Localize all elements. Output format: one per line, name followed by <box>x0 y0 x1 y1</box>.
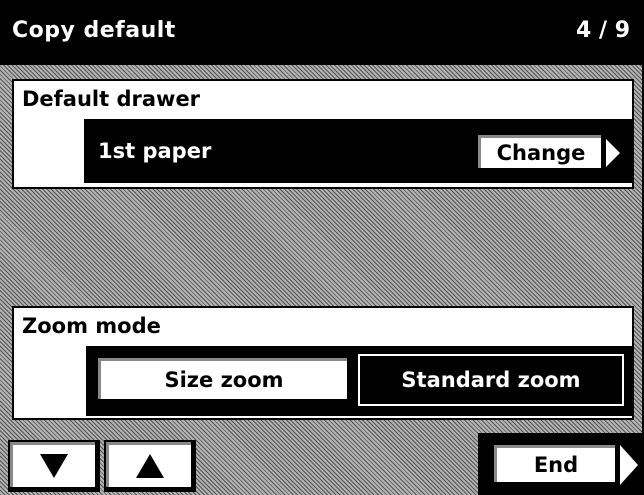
triangle-down-icon <box>40 454 68 478</box>
change-button[interactable]: Change <box>476 133 606 173</box>
page-indicator: 4 / 9 <box>576 18 630 43</box>
size-zoom-button[interactable]: Size zoom <box>96 356 352 404</box>
screen-title: Copy default <box>12 18 176 43</box>
copy-default-screen: Copy default 4 / 9 Default drawer 1st pa… <box>0 0 644 495</box>
size-zoom-label: Size zoom <box>164 368 284 392</box>
standard-zoom-button[interactable]: Standard zoom <box>358 354 624 406</box>
header-bar: Copy default 4 / 9 <box>0 0 642 65</box>
end-button[interactable]: End <box>492 443 620 487</box>
scroll-up-button[interactable] <box>104 440 196 492</box>
change-arrow-icon <box>606 139 620 167</box>
change-button-label: Change <box>496 141 586 165</box>
scroll-down-button[interactable] <box>8 440 100 492</box>
end-arrow-icon <box>620 445 638 485</box>
default-drawer-value-bar: 1st paper Change <box>84 119 634 183</box>
zoom-mode-panel: Zoom mode Size zoom Standard zoom <box>12 306 634 420</box>
default-drawer-panel: Default drawer 1st paper Change <box>12 79 634 189</box>
standard-zoom-label: Standard zoom <box>401 368 581 392</box>
zoom-mode-options-bar: Size zoom Standard zoom <box>86 346 634 416</box>
default-drawer-label: Default drawer <box>22 87 201 111</box>
zoom-mode-label: Zoom mode <box>22 314 161 338</box>
triangle-up-icon <box>136 454 164 478</box>
end-button-frame: End <box>478 433 642 495</box>
default-drawer-value: 1st paper <box>98 139 212 163</box>
end-button-label: End <box>533 453 579 477</box>
